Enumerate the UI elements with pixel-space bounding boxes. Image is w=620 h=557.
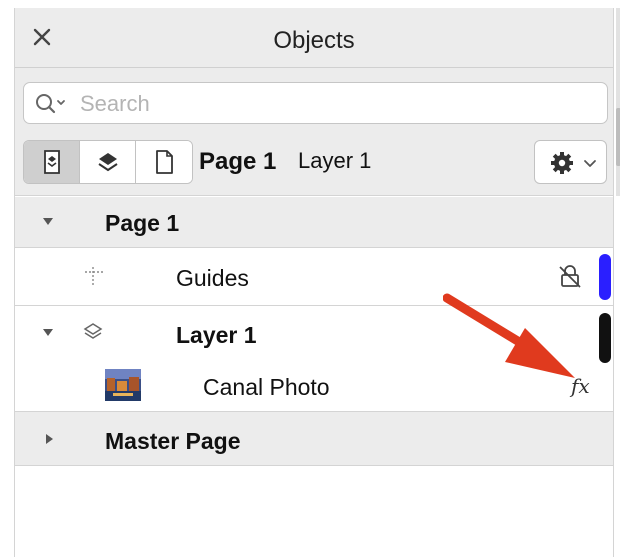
canal-photo-thumbnail — [105, 369, 141, 401]
title-bar: Objects — [15, 8, 613, 68]
layer-1-label: Layer 1 — [176, 322, 257, 348]
guides-color-swatch — [599, 254, 611, 300]
expand-triangle-down-icon[interactable] — [41, 326, 55, 340]
settings-button[interactable] — [534, 140, 607, 184]
tree-row-canal-photo[interactable]: Canal Photo fx — [15, 359, 613, 411]
scrollbar-track[interactable] — [616, 8, 620, 196]
empty-list-area — [15, 465, 613, 557]
gear-icon — [551, 152, 573, 174]
page-view-button[interactable] — [136, 141, 192, 183]
layer-color-swatch — [599, 313, 611, 363]
search-icon[interactable] — [34, 92, 74, 116]
layer-view-button[interactable] — [24, 141, 80, 183]
layers-stack-icon — [97, 153, 118, 172]
layers-stack-button[interactable] — [80, 141, 136, 183]
tree-row-master-page[interactable]: Master Page — [15, 411, 613, 465]
chevron-down-icon — [584, 160, 596, 167]
objects-panel: Objects Search Page 1 Layer 1 Page 1 Gui… — [14, 8, 620, 557]
effects-fx-icon[interactable]: fx — [571, 374, 590, 398]
lock-disabled-icon[interactable] — [556, 263, 584, 291]
tree-row-layer-1[interactable]: Layer 1 — [15, 305, 613, 359]
expand-triangle-right-icon[interactable] — [43, 432, 57, 446]
expand-triangle-down-icon[interactable] — [41, 215, 55, 229]
scrollbar-thumb[interactable] — [616, 108, 620, 166]
tree-row-guides[interactable]: Guides — [15, 247, 613, 305]
current-page-label: Page 1 — [199, 148, 277, 175]
guides-label: Guides — [176, 265, 249, 291]
current-layer-label: Layer 1 — [298, 148, 372, 173]
layer-icon — [83, 323, 103, 339]
panel-title: Objects — [273, 27, 355, 54]
page-1-label: Page 1 — [105, 210, 180, 236]
search-box[interactable] — [23, 82, 608, 124]
guides-icon — [85, 267, 103, 287]
view-mode-buttons — [23, 140, 193, 184]
master-page-label: Master Page — [105, 428, 241, 454]
layer-view-icon — [43, 150, 60, 174]
page-icon — [156, 150, 173, 174]
toolbar-area: Page 1 Layer 1 — [15, 68, 613, 196]
tree-row-page-1[interactable]: Page 1 — [15, 197, 613, 247]
canal-photo-label: Canal Photo — [203, 374, 330, 400]
search-input[interactable] — [80, 89, 580, 119]
